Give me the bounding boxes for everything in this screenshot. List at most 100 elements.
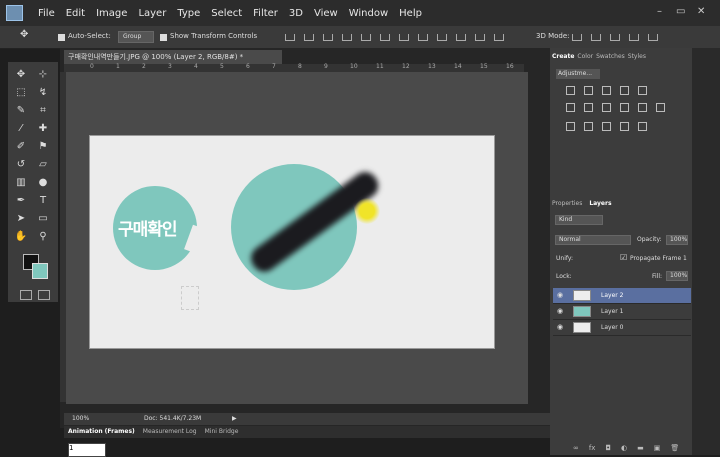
distribute-center-icon[interactable] xyxy=(475,34,485,41)
new-layer-icon[interactable]: ▣ xyxy=(654,442,661,455)
curves-icon[interactable] xyxy=(602,86,611,95)
healing-tool-icon[interactable]: ✚ xyxy=(36,122,50,136)
threshold-icon[interactable] xyxy=(602,122,611,131)
distribute-left-icon[interactable] xyxy=(456,34,466,41)
trash-icon[interactable]: 🗑 xyxy=(670,442,679,455)
menu-edit[interactable]: Edit xyxy=(66,8,85,19)
layer-filter-dropdown[interactable]: Kind xyxy=(555,215,603,225)
pen-tool-icon[interactable]: ✒ xyxy=(14,194,28,208)
color-balance-icon[interactable] xyxy=(584,103,593,112)
blend-mode-dropdown[interactable]: Normal xyxy=(555,235,631,245)
lasso-tool-icon[interactable]: ↯ xyxy=(36,86,50,100)
menu-window[interactable]: Window xyxy=(349,8,388,19)
eye-icon[interactable]: ◉ xyxy=(557,307,565,315)
layer-row[interactable]: ◉ Layer 0 xyxy=(553,320,691,336)
quick-select-tool-icon[interactable]: ✎ xyxy=(14,104,28,118)
menu-filter[interactable]: Filter xyxy=(253,8,278,19)
menu-select[interactable]: Select xyxy=(211,8,242,19)
align-left-icon[interactable] xyxy=(342,34,352,41)
tab-layers[interactable]: Layers xyxy=(589,200,611,207)
shape-tool-icon[interactable]: ▭ xyxy=(36,212,50,226)
levels-icon[interactable] xyxy=(584,86,593,95)
tab-properties[interactable]: Properties xyxy=(552,200,582,207)
document-tab[interactable]: 구매확인내역만들기.JPG @ 100% (Layer 2, RGB/8#) * xyxy=(64,50,282,64)
vibrance-icon[interactable] xyxy=(638,86,647,95)
menu-file[interactable]: File xyxy=(38,8,55,19)
eye-icon[interactable]: ◉ xyxy=(557,323,565,331)
distribute-middle-icon[interactable] xyxy=(418,34,428,41)
menu-layer[interactable]: Layer xyxy=(138,8,166,19)
propagate-checkbox[interactable]: ☑ xyxy=(620,253,627,262)
eraser-tool-icon[interactable]: ▱ xyxy=(36,158,50,172)
3d-pan-icon[interactable] xyxy=(610,34,620,41)
3d-roll-icon[interactable] xyxy=(591,34,601,41)
artboard-tool-icon[interactable]: ⊹ xyxy=(36,68,50,82)
mask-icon[interactable]: ◘ xyxy=(605,442,611,455)
auto-select-dropdown[interactable]: Group xyxy=(118,31,154,43)
zoom-level[interactable]: 100% xyxy=(72,413,89,425)
eye-icon[interactable]: ◉ xyxy=(557,291,565,299)
brush-tool-icon[interactable]: ✐ xyxy=(14,140,28,154)
brightness-icon[interactable] xyxy=(566,86,575,95)
gradient-map-icon[interactable] xyxy=(620,122,629,131)
photoshop-logo-icon[interactable] xyxy=(6,5,23,21)
invert-icon[interactable] xyxy=(566,122,575,131)
3d-slide-icon[interactable] xyxy=(629,34,639,41)
color-lookup-icon[interactable] xyxy=(656,103,665,112)
auto-select-checkbox[interactable] xyxy=(58,34,65,41)
folder-icon[interactable]: ▬ xyxy=(637,442,644,455)
type-tool-icon[interactable]: T xyxy=(36,194,50,208)
distribute-top-icon[interactable] xyxy=(399,34,409,41)
align-center-icon[interactable] xyxy=(361,34,371,41)
status-arrow-icon[interactable]: ▶ xyxy=(232,413,237,425)
stamp-tool-icon[interactable]: ⚑ xyxy=(36,140,50,154)
align-bottom-icon[interactable] xyxy=(323,34,333,41)
align-right-icon[interactable] xyxy=(380,34,390,41)
tab-color[interactable]: Color xyxy=(577,53,593,60)
3d-rotate-icon[interactable] xyxy=(572,34,582,41)
black-white-icon[interactable] xyxy=(602,103,611,112)
opacity-field[interactable]: 100% xyxy=(666,235,688,245)
3d-scale-icon[interactable] xyxy=(648,34,658,41)
tab-swatches[interactable]: Swatches xyxy=(596,53,625,60)
zoom-tool-icon[interactable]: ⚲ xyxy=(36,230,50,244)
eyedropper-tool-icon[interactable]: ⁄ xyxy=(14,122,28,136)
distribute-right-icon[interactable] xyxy=(494,34,504,41)
marquee-tool-icon[interactable]: ⬚ xyxy=(14,86,28,100)
background-color-swatch[interactable] xyxy=(32,263,48,279)
quick-mask-icon[interactable] xyxy=(20,290,32,300)
selective-color-icon[interactable] xyxy=(638,122,647,131)
distribute-bottom-icon[interactable] xyxy=(437,34,447,41)
link-icon[interactable]: ∞ xyxy=(573,442,579,455)
tab-styles[interactable]: Styles xyxy=(628,53,646,60)
tab-measurement-log[interactable]: Measurement Log xyxy=(143,426,197,438)
exposure-icon[interactable] xyxy=(620,86,629,95)
move-tool-icon[interactable]: ✥ xyxy=(14,68,28,82)
tab-animation[interactable]: Animation (Frames) xyxy=(68,426,135,438)
menu-view[interactable]: View xyxy=(314,8,338,19)
menu-image[interactable]: Image xyxy=(96,8,127,19)
close-button[interactable]: ✕ xyxy=(697,6,705,17)
adjustments-dropdown[interactable]: Adjustme... xyxy=(556,69,600,79)
menu-type[interactable]: Type xyxy=(177,8,200,19)
photo-filter-icon[interactable] xyxy=(620,103,629,112)
fill-field[interactable]: 100% xyxy=(666,271,688,281)
tab-create[interactable]: Create xyxy=(552,53,574,60)
layer-row[interactable]: ◉ Layer 2 xyxy=(553,288,691,304)
show-transform-checkbox[interactable] xyxy=(160,34,167,41)
align-top-icon[interactable] xyxy=(285,34,295,41)
path-select-tool-icon[interactable]: ➤ xyxy=(14,212,28,226)
screen-mode-icon[interactable] xyxy=(38,290,50,300)
tab-mini-bridge[interactable]: Mini Bridge xyxy=(205,426,239,438)
minimize-button[interactable]: – xyxy=(657,6,662,17)
channel-mixer-icon[interactable] xyxy=(638,103,647,112)
crop-tool-icon[interactable]: ⌗ xyxy=(36,104,50,118)
fx-icon[interactable]: fx xyxy=(589,442,596,455)
menu-3d[interactable]: 3D xyxy=(289,8,303,19)
gradient-tool-icon[interactable]: ▥ xyxy=(14,176,28,190)
hand-tool-icon[interactable]: ✋ xyxy=(14,230,28,244)
posterize-icon[interactable] xyxy=(584,122,593,131)
adjustment-icon[interactable]: ◐ xyxy=(621,442,627,455)
menu-help[interactable]: Help xyxy=(399,8,422,19)
hue-saturation-icon[interactable] xyxy=(566,103,575,112)
